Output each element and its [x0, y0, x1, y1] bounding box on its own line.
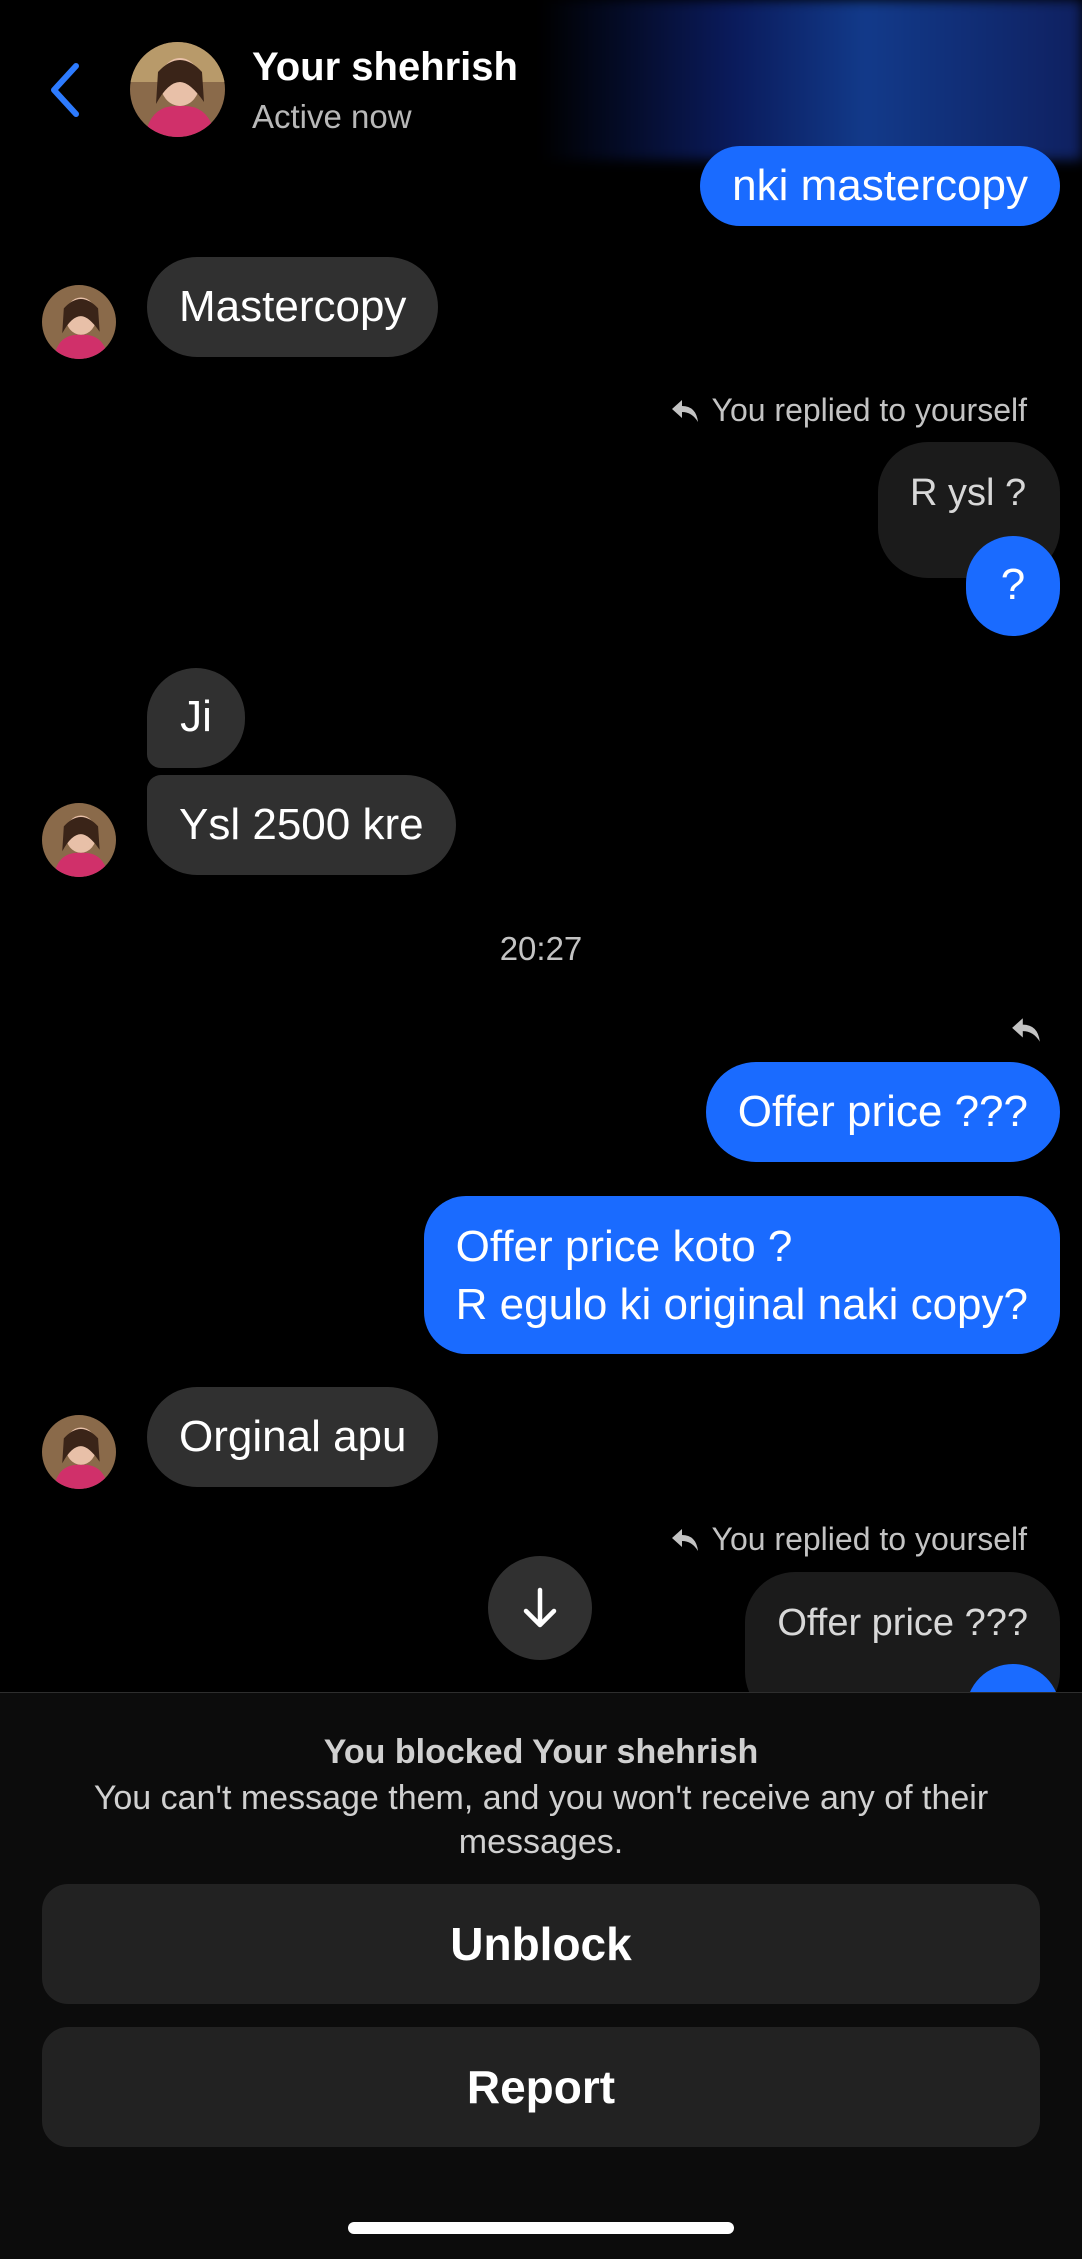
- message-text: nki mastercopy: [732, 161, 1028, 210]
- message-incoming[interactable]: Ji: [147, 668, 245, 768]
- reply-indicator: [1010, 1016, 1042, 1049]
- home-indicator[interactable]: [348, 2222, 734, 2234]
- arrow-down-icon: [523, 1587, 557, 1628]
- quoted-text: Offer price ???: [777, 1602, 1028, 1644]
- avatar[interactable]: [42, 285, 116, 359]
- message-outgoing[interactable]: Offer price ???: [705, 1062, 1060, 1162]
- message-text: Ysl 2500 kre: [179, 800, 424, 849]
- message-outgoing[interactable]: ?: [966, 536, 1060, 636]
- replied-note: You replied to yourself: [670, 392, 1027, 429]
- message-outgoing[interactable]: nki mastercopy: [700, 146, 1060, 226]
- chevron-left-icon: [51, 63, 79, 117]
- message-text: Ji: [180, 692, 212, 741]
- avatar[interactable]: [42, 1415, 116, 1489]
- message-text-line: R egulo ki original naki copy?: [455, 1280, 1028, 1329]
- report-button[interactable]: Report: [42, 2027, 1040, 2147]
- quoted-text: R ysl ?: [910, 472, 1027, 514]
- replied-note-text: You replied to yourself: [711, 1521, 1027, 1557]
- message-incoming[interactable]: Orginal apu: [147, 1387, 439, 1487]
- unblock-button[interactable]: Unblock: [42, 1884, 1040, 2004]
- active-status: Active now: [252, 98, 412, 135]
- report-label: Report: [466, 2061, 616, 2113]
- message-text: Mastercopy: [179, 282, 407, 331]
- avatar[interactable]: [42, 803, 116, 877]
- unblock-label: Unblock: [450, 1918, 632, 1970]
- contact-name[interactable]: Your shehrish: [252, 45, 518, 90]
- reply-arrow-icon: [671, 1528, 698, 1551]
- message-text: Orginal apu: [179, 1412, 407, 1461]
- contact-avatar[interactable]: [130, 42, 225, 137]
- scroll-to-bottom-button[interactable]: [488, 1556, 592, 1660]
- blocked-title: You blocked Your shehrish: [323, 1733, 759, 1771]
- timestamp: 20:27: [499, 930, 583, 967]
- replied-note-text: You replied to yourself: [711, 392, 1027, 428]
- back-button[interactable]: [40, 55, 90, 125]
- reply-arrow-icon: [671, 399, 698, 422]
- message-text-line: Offer price koto ?: [455, 1222, 793, 1271]
- header-background-glow: [540, 0, 1082, 160]
- message-text: ?: [1000, 560, 1026, 609]
- blocked-description: You can't message them, and you won't re…: [93, 1779, 989, 1861]
- message-incoming[interactable]: Ysl 2500 kre: [147, 775, 456, 875]
- replied-note: You replied to yourself: [670, 1521, 1027, 1558]
- message-outgoing[interactable]: Offer price koto ? R egulo ki original n…: [423, 1196, 1060, 1354]
- reply-arrow-icon: [1012, 1018, 1040, 1042]
- message-text: Offer price ???: [737, 1087, 1028, 1136]
- message-incoming[interactable]: Mastercopy: [147, 257, 439, 357]
